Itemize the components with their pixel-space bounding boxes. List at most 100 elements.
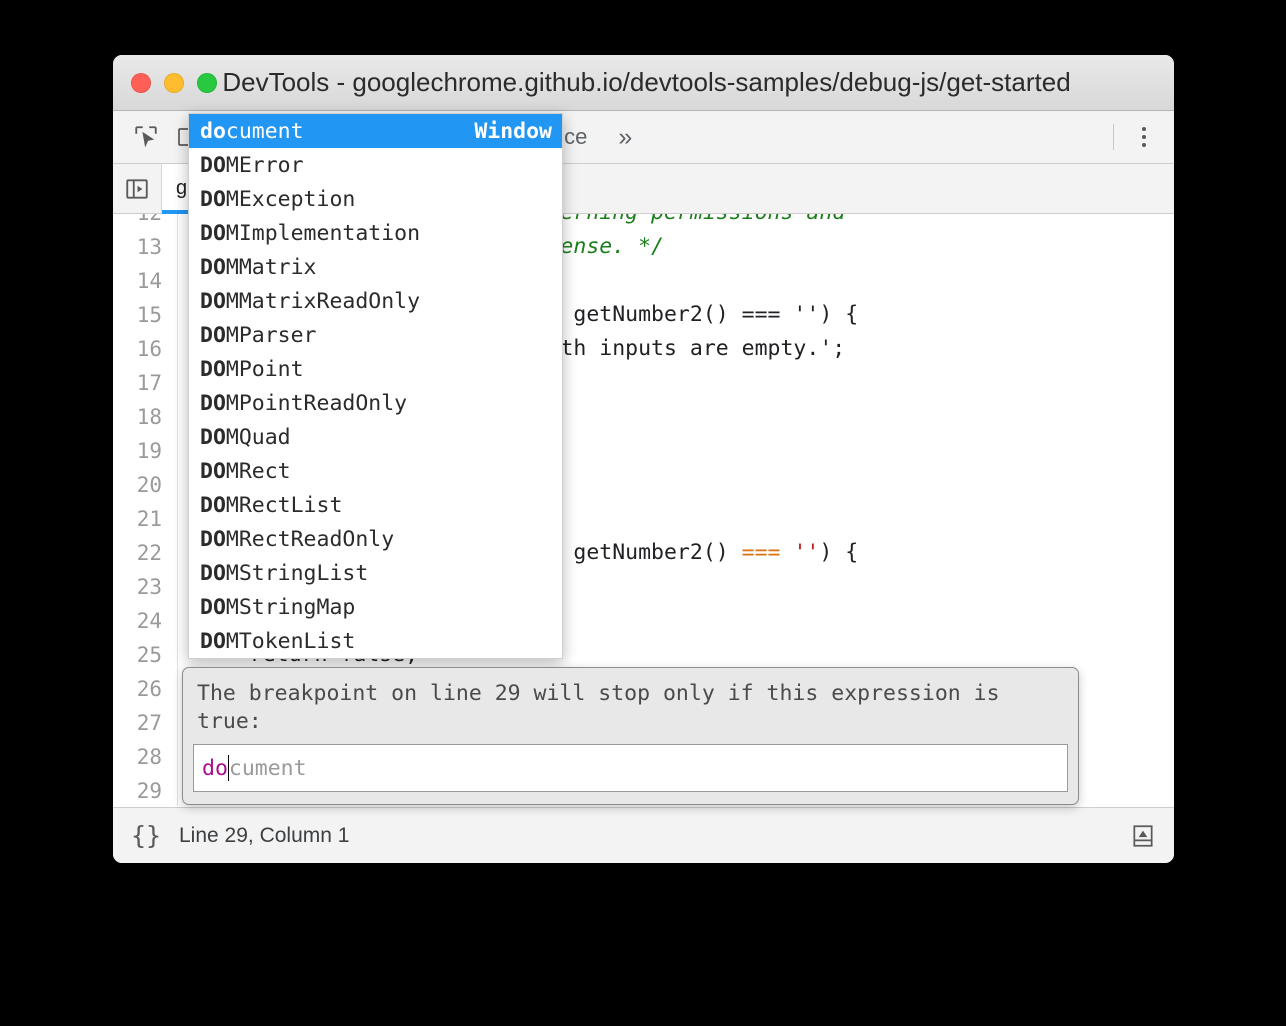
autocomplete-item-label: DOMStringMap <box>200 595 355 620</box>
condition-ghost-text: cument <box>229 756 307 781</box>
autocomplete-match-prefix: DO <box>200 425 226 450</box>
line-number[interactable]: 15 <box>113 298 177 332</box>
conditional-breakpoint-description: The breakpoint on line 29 will stop only… <box>193 678 1068 744</box>
cursor-position-label: Line 29, Column 1 <box>179 824 349 848</box>
autocomplete-item[interactable]: DOMTokenList <box>189 624 562 658</box>
autocomplete-match-prefix: DO <box>200 255 226 280</box>
autocomplete-item[interactable]: DOMRectReadOnly <box>189 522 562 556</box>
autocomplete-item[interactable]: DOMStringList <box>189 556 562 590</box>
autocomplete-match-prefix: DO <box>200 153 226 178</box>
autocomplete-item-label: DOMParser <box>200 323 317 348</box>
autocomplete-item-rest: MRect <box>226 459 291 484</box>
line-number[interactable]: 20 <box>113 468 177 502</box>
autocomplete-item-label: DOMImplementation <box>200 221 420 246</box>
line-number[interactable]: 21 <box>113 502 177 536</box>
autocomplete-item-rest: MStringMap <box>226 595 355 620</box>
autocomplete-item[interactable]: DOMError <box>189 148 562 182</box>
autocomplete-item[interactable]: document Window <box>189 114 562 148</box>
autocomplete-match-prefix: DO <box>200 323 226 348</box>
more-tabs-label: » <box>618 123 632 152</box>
navigator-panel-toggle-icon[interactable] <box>113 176 161 202</box>
inspect-element-icon[interactable] <box>125 116 167 158</box>
file-tab-label: g <box>176 177 187 200</box>
line-number[interactable]: 25 <box>113 638 177 672</box>
autocomplete-item-rest: MError <box>226 153 304 178</box>
autocomplete-item-rest: MImplementation <box>226 221 420 246</box>
editor-statusbar: {} Line 29, Column 1 <box>113 807 1174 863</box>
autocomplete-match-prefix: DO <box>200 595 226 620</box>
autocomplete-item-type: Window <box>474 119 552 144</box>
line-number[interactable]: 23 <box>113 570 177 604</box>
autocomplete-item[interactable]: DOMPoint <box>189 352 562 386</box>
autocomplete-item-rest: cument <box>226 119 304 144</box>
autocomplete-match-prefix: DO <box>200 629 226 654</box>
line-number[interactable]: 12 <box>113 214 177 230</box>
autocomplete-item-rest: MPointReadOnly <box>226 391 407 416</box>
line-number[interactable]: 27 <box>113 706 177 740</box>
autocomplete-dropdown[interactable]: documentWindowDOMErrorDOMExceptionDOMImp… <box>188 113 563 659</box>
line-number[interactable]: 18 <box>113 400 177 434</box>
line-number[interactable]: 13 <box>113 230 177 264</box>
autocomplete-item[interactable]: DOMMatrix <box>189 250 562 284</box>
autocomplete-item-label: DOMQuad <box>200 425 291 450</box>
autocomplete-match-prefix: DO <box>200 527 226 552</box>
more-tabs-button[interactable]: » <box>604 111 646 163</box>
screenshot-root: DevTools - googlechrome.github.io/devtoo… <box>0 0 1286 1026</box>
autocomplete-match-prefix: do <box>200 119 226 144</box>
autocomplete-item-rest: MException <box>226 187 355 212</box>
conditional-breakpoint-popup: The breakpoint on line 29 will stop only… <box>182 667 1079 805</box>
line-number[interactable]: 14 <box>113 264 177 298</box>
window-title: DevTools - googlechrome.github.io/devtoo… <box>113 67 1174 98</box>
toolbar-divider <box>1113 124 1114 150</box>
autocomplete-item-label: DOMTokenList <box>200 629 355 654</box>
autocomplete-item-rest: MStringList <box>226 561 368 586</box>
autocomplete-item-label: DOMRect <box>200 459 291 484</box>
autocomplete-item[interactable]: DOMRect <box>189 454 562 488</box>
statusbar-right-group <box>1126 819 1160 853</box>
autocomplete-item-label: document <box>200 119 304 144</box>
pretty-print-icon[interactable]: {} <box>113 821 179 850</box>
line-number[interactable]: 28 <box>113 740 177 774</box>
autocomplete-item[interactable]: DOMPointReadOnly <box>189 386 562 420</box>
code-token-op: === <box>742 540 781 565</box>
line-number[interactable]: 24 <box>113 604 177 638</box>
line-number[interactable]: 19 <box>113 434 177 468</box>
autocomplete-item[interactable]: DOMMatrixReadOnly <box>189 284 562 318</box>
autocomplete-item[interactable]: DOMStringMap <box>189 590 562 624</box>
autocomplete-item-rest: MRectReadOnly <box>226 527 394 552</box>
autocomplete-item[interactable]: DOMParser <box>189 318 562 352</box>
autocomplete-match-prefix: DO <box>200 357 226 382</box>
autocomplete-match-prefix: DO <box>200 289 226 314</box>
autocomplete-match-prefix: DO <box>200 391 226 416</box>
autocomplete-item-label: DOMMatrixReadOnly <box>200 289 420 314</box>
line-number[interactable]: 22 <box>113 536 177 570</box>
line-number[interactable]: 17 <box>113 366 177 400</box>
pretty-print-label: {} <box>131 821 161 850</box>
autocomplete-item-label: DOMPoint <box>200 357 304 382</box>
autocomplete-item-label: DOMPointReadOnly <box>200 391 407 416</box>
more-options-icon[interactable] <box>1122 115 1166 159</box>
line-number[interactable]: 26 <box>113 672 177 706</box>
window-titlebar: DevTools - googlechrome.github.io/devtoo… <box>113 55 1174 111</box>
autocomplete-item[interactable]: DOMRectList <box>189 488 562 522</box>
autocomplete-item-rest: MParser <box>226 323 317 348</box>
autocomplete-match-prefix: DO <box>200 561 226 586</box>
autocomplete-item[interactable]: DOMImplementation <box>189 216 562 250</box>
autocomplete-match-prefix: DO <box>200 459 226 484</box>
autocomplete-item-label: DOMError <box>200 153 304 178</box>
autocomplete-item[interactable]: DOMQuad <box>189 420 562 454</box>
show-drawer-icon[interactable] <box>1126 819 1160 853</box>
code-token-plain: ) { <box>819 540 858 565</box>
autocomplete-item-rest: MPoint <box>226 357 304 382</box>
autocomplete-item-rest: MMatrix <box>226 255 317 280</box>
autocomplete-match-prefix: DO <box>200 221 226 246</box>
line-number[interactable]: 29 <box>113 774 177 806</box>
autocomplete-item-rest: MTokenList <box>226 629 355 654</box>
autocomplete-match-prefix: DO <box>200 493 226 518</box>
conditional-breakpoint-input[interactable]: document <box>193 744 1068 792</box>
autocomplete-item[interactable]: DOMException <box>189 182 562 216</box>
autocomplete-item-label: DOMMatrix <box>200 255 317 280</box>
line-number[interactable]: 16 <box>113 332 177 366</box>
autocomplete-item-rest: MMatrixReadOnly <box>226 289 420 314</box>
condition-typed-text: do <box>202 756 228 781</box>
